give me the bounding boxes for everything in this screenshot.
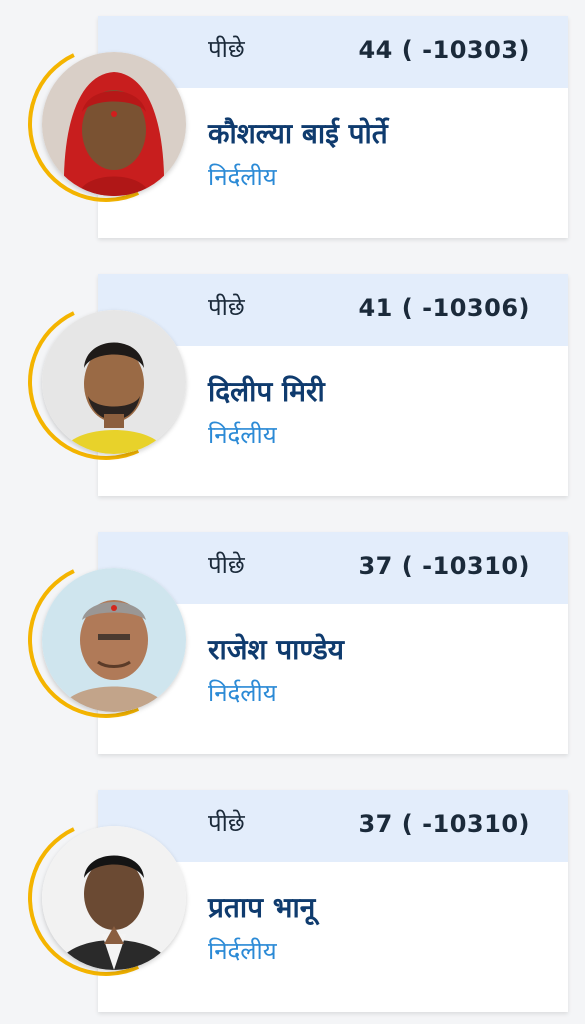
candidate-avatar[interactable] xyxy=(6,282,206,482)
candidate-photo-icon xyxy=(42,310,186,454)
candidate-avatar[interactable] xyxy=(6,540,206,740)
candidate-name[interactable]: प्रताप भानू xyxy=(208,888,315,926)
vote-count: 44 ( -10303) xyxy=(358,36,530,64)
vote-count: 37 ( -10310) xyxy=(358,552,530,580)
candidate-name[interactable]: दिलीप मिरी xyxy=(208,372,325,410)
candidate-name[interactable]: कौशल्या बाई पोर्ते xyxy=(208,114,388,152)
status-label: पीछे xyxy=(208,551,245,579)
vote-count: 41 ( -10306) xyxy=(358,294,530,322)
candidate-party: निर्दलीय xyxy=(208,679,277,707)
candidate-list: पीछे 44 ( -10303) कौशल्या बाई पोर्ते निर… xyxy=(0,0,585,1024)
vote-count: 37 ( -10310) xyxy=(358,810,530,838)
status-label: पीछे xyxy=(208,35,245,63)
candidate-photo-icon xyxy=(42,826,186,970)
candidate-party: निर्दलीय xyxy=(208,937,277,965)
status-label: पीछे xyxy=(208,293,245,321)
candidate-party: निर्दलीय xyxy=(208,421,277,449)
status-label: पीछे xyxy=(208,809,245,837)
candidate-name[interactable]: राजेश पाण्डेय xyxy=(208,630,344,668)
candidate-photo-icon xyxy=(42,568,186,712)
candidate-photo-icon xyxy=(42,52,186,196)
candidate-party: निर्दलीय xyxy=(208,163,277,191)
candidate-avatar[interactable] xyxy=(6,24,206,224)
candidate-avatar[interactable] xyxy=(6,798,206,998)
